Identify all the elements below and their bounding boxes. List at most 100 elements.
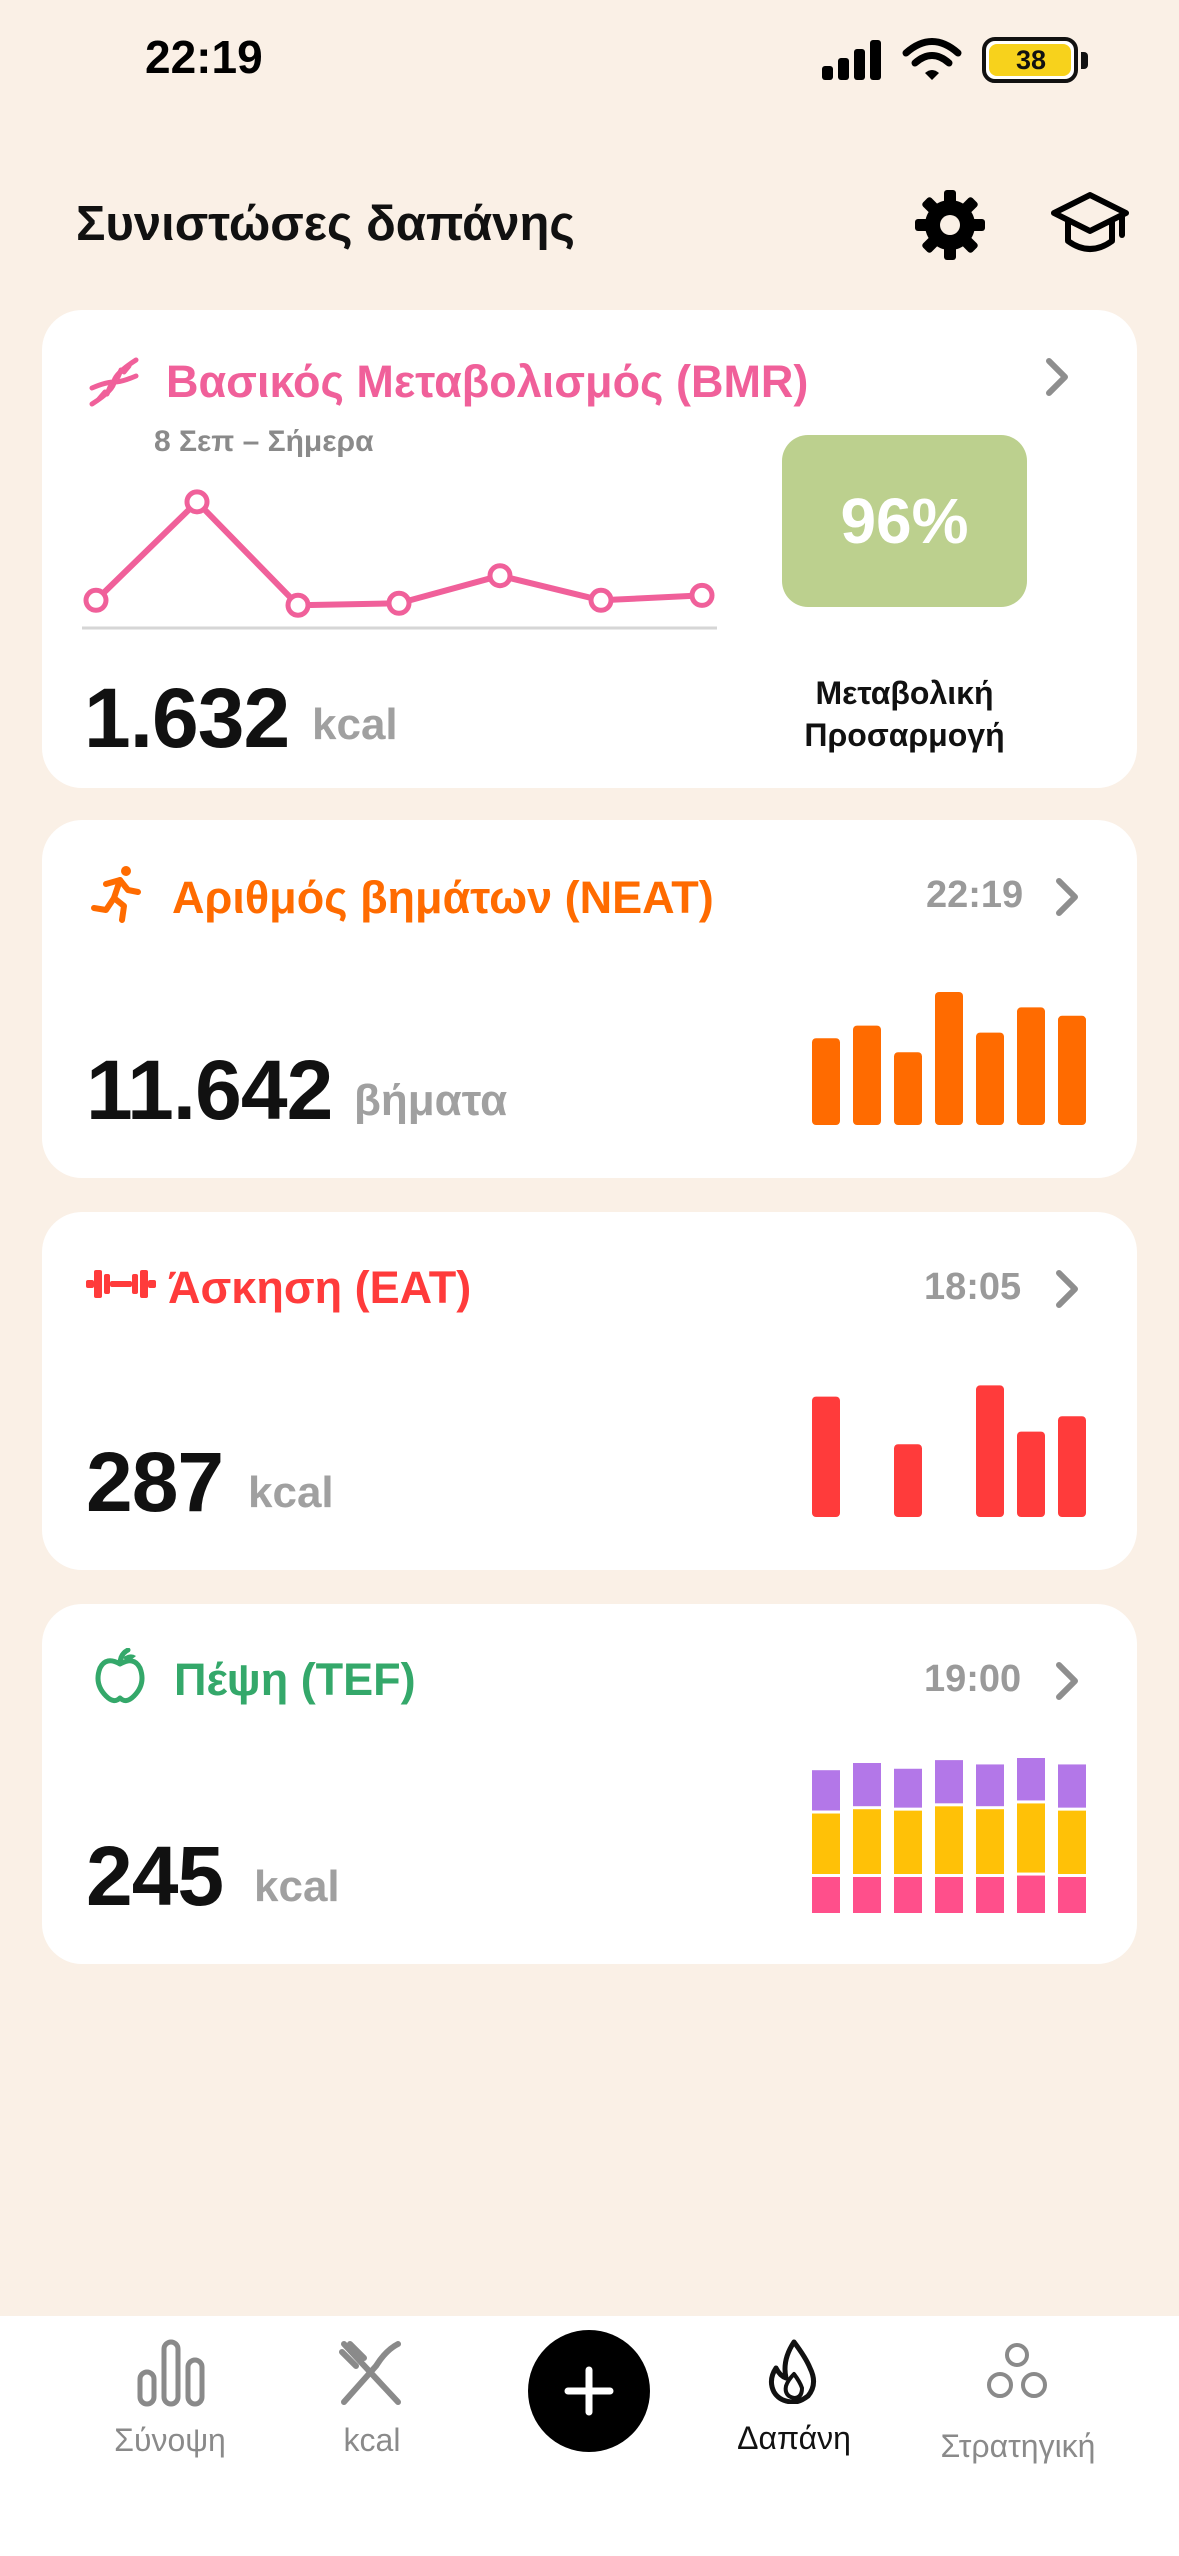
chevron-right-icon: [1056, 1270, 1078, 1308]
battery-level: 38: [1015, 45, 1047, 75]
bmr-trend-point: [386, 590, 412, 616]
chart-bar: [935, 992, 963, 1125]
stacked-bar-segment: [894, 1810, 922, 1874]
stacked-bar-segment: [1058, 1810, 1086, 1874]
bmr-trend-point: [184, 489, 210, 515]
graduation-cap-icon: [1051, 192, 1129, 252]
chart-bar: [812, 1396, 840, 1517]
dumbbell-icon: [86, 1270, 156, 1298]
eat-title: Άσκηση (EAT): [168, 1262, 472, 1313]
stacked-bar-segment: [1058, 1764, 1086, 1808]
apple-icon: [95, 1648, 145, 1704]
stacked-bar-segment: [1058, 1877, 1086, 1913]
stacked-bar-segment: [894, 1877, 922, 1913]
metabolic-adaptation-badge: 96%: [782, 435, 1027, 607]
battery-icon: 38: [982, 37, 1078, 83]
chart-bar: [976, 1032, 1004, 1125]
chart-bar: [812, 1038, 840, 1125]
neat-card[interactable]: Αριθμός βημάτων (NEAT) 22:19 11.642 βήμα…: [42, 820, 1137, 1178]
tab-kcal-label: kcal: [343, 2422, 401, 2458]
tef-value: 245: [86, 1829, 224, 1923]
stacked-bar-segment: [1017, 1758, 1045, 1801]
stacked-bar-segment: [976, 1877, 1004, 1913]
chart-bar: [894, 1052, 922, 1125]
bmr-trend-point: [487, 563, 513, 589]
eat-card[interactable]: Άσκηση (EAT) 18:05 287 kcal: [42, 1212, 1137, 1570]
bmr-trend-point: [285, 592, 311, 618]
tab-strategy[interactable]: Στρατηγική: [918, 2316, 1118, 2516]
tef-title: Πέψη (TEF): [174, 1654, 416, 1705]
chart-bar: [976, 1385, 1004, 1517]
tab-strategy-label: Στρατηγική: [940, 2428, 1096, 2464]
status-bar: 22:19 38: [0, 0, 1179, 120]
bmr-trend-line: [93, 498, 703, 609]
add-button[interactable]: [528, 2330, 650, 2452]
bmr-date-range: 8 Σεπ – Σήμερα: [154, 425, 374, 458]
eat-bar-chart: [812, 1385, 1086, 1517]
tab-overview[interactable]: Σύνοψη: [70, 2316, 270, 2516]
stacked-bar-segment: [853, 1809, 881, 1874]
eat-unit: kcal: [248, 1468, 334, 1517]
tab-overview-label: Σύνοψη: [114, 2422, 226, 2458]
neat-title: Αριθμός βημάτων (NEAT): [172, 872, 714, 923]
bmr-card[interactable]: Βασικός Μεταβολισμός (BMR) 8 Σεπ – Σήμερ…: [42, 310, 1137, 788]
page-title: Συνιστώσες δαπάνης: [76, 197, 575, 251]
bmr-trend-point: [83, 587, 109, 613]
bottom-tab-bar: Σύνοψη kcal Δαπάνη Στρατηγική: [0, 2316, 1179, 2556]
metabolic-adaptation-label: Μεταβολική Προσαρμογή: [762, 672, 1047, 756]
stacked-bar-segment: [812, 1813, 840, 1874]
adaptation-label-line2: Προσαρμογή: [804, 717, 1005, 753]
neat-value: 11.642: [86, 1043, 333, 1137]
tab-kcal[interactable]: kcal: [272, 2316, 472, 2516]
learn-button[interactable]: [1048, 183, 1132, 267]
stacked-bar-segment: [812, 1877, 840, 1913]
chevron-right-icon: [1056, 878, 1078, 916]
stacked-bar-segment: [853, 1877, 881, 1913]
stacked-bar-segment: [894, 1768, 922, 1808]
tef-card[interactable]: Πέψη (TEF) 19:00 245 kcal: [42, 1604, 1137, 1964]
stacked-bar-segment: [1017, 1803, 1045, 1873]
fork-knife-icon: [339, 2341, 401, 2405]
bmr-title: Βασικός Μεταβολισμός (BMR): [166, 356, 809, 407]
chart-bar: [1058, 1015, 1086, 1125]
stacked-bar-segment: [853, 1763, 881, 1807]
chart-bar: [1017, 1431, 1045, 1517]
bmr-unit: kcal: [312, 700, 398, 749]
status-time: 22:19: [145, 31, 263, 83]
plus-icon: [564, 2366, 614, 2416]
tef-time: 19:00: [924, 1658, 1022, 1700]
stacked-bar-segment: [935, 1877, 963, 1913]
eat-time: 18:05: [924, 1266, 1022, 1308]
flame-icon: [768, 2339, 816, 2404]
tef-stacked-chart: [812, 1758, 1086, 1913]
tab-expenditure-label: Δαπάνη: [737, 2420, 851, 2456]
stacked-bar-segment: [935, 1806, 963, 1874]
dna-icon: [89, 357, 139, 407]
neat-time: 22:19: [926, 874, 1024, 916]
chart-bar: [894, 1444, 922, 1517]
chart-bar: [853, 1025, 881, 1125]
stacked-bar-segment: [935, 1760, 963, 1804]
eat-value: 287: [86, 1435, 224, 1529]
gear-icon: [915, 190, 985, 260]
settings-button[interactable]: [908, 183, 992, 267]
stacked-bar-segment: [976, 1809, 1004, 1874]
bmr-trend-point: [689, 582, 715, 608]
stacked-bar-segment: [976, 1764, 1004, 1807]
battery-nub: [1081, 52, 1088, 69]
neat-bar-chart: [812, 992, 1086, 1125]
stacked-bar-segment: [1017, 1875, 1045, 1913]
strategy-icon: [987, 2343, 1047, 2398]
bmr-trend-point: [588, 587, 614, 613]
chart-bar: [1058, 1416, 1086, 1517]
chevron-right-icon: [1046, 358, 1068, 396]
wifi-icon: [902, 38, 962, 80]
tab-expenditure[interactable]: Δαπάνη: [694, 2316, 894, 2516]
cellular-signal-icon: [822, 40, 881, 80]
bar-chart-icon: [137, 2339, 205, 2407]
tef-unit: kcal: [254, 1862, 340, 1911]
adaptation-label-line1: Μεταβολική: [815, 675, 994, 711]
neat-unit: βήματα: [354, 1076, 508, 1125]
chevron-right-icon: [1056, 1662, 1078, 1700]
stacked-bar-segment: [812, 1770, 840, 1811]
